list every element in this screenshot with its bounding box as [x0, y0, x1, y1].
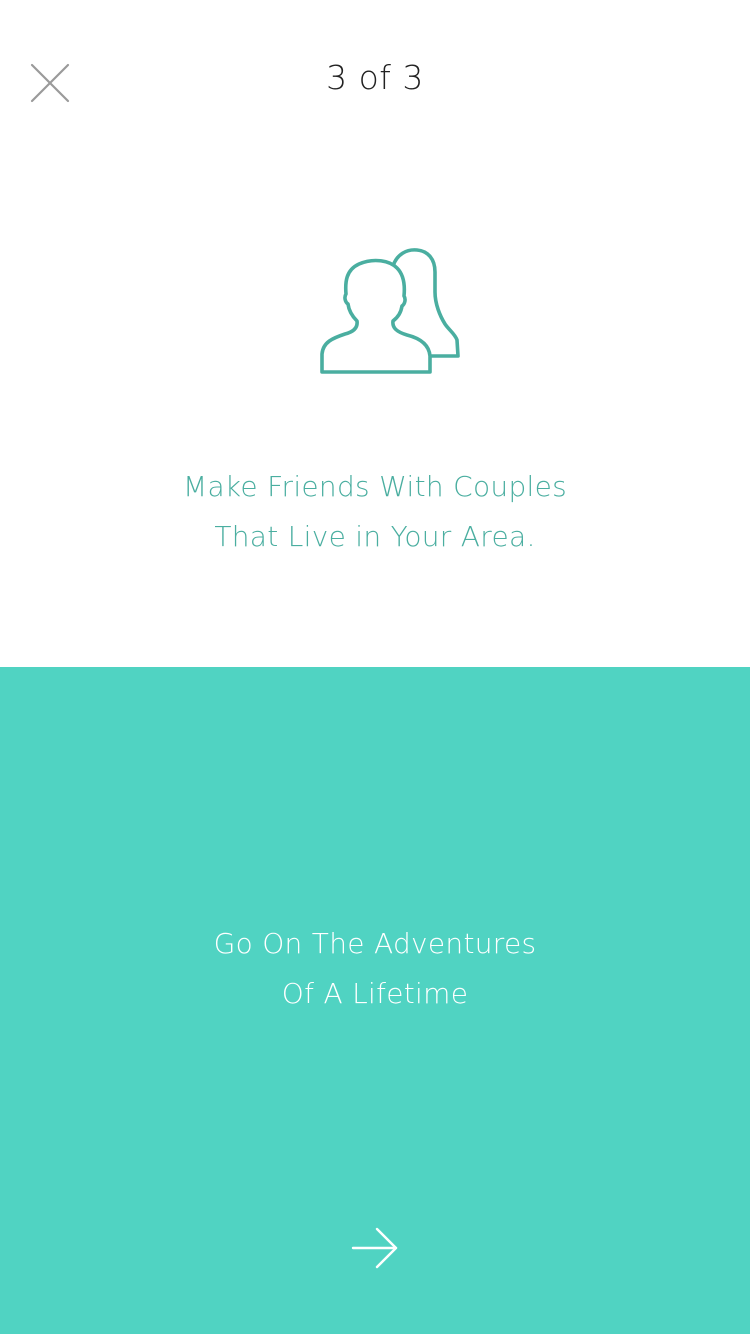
tagline: Go On The Adventures Of A Lifetime: [0, 919, 750, 1019]
feature-message-line2: That Live in Your Area.: [214, 520, 536, 553]
feature-message: Make Friends With Couples That Live in Y…: [0, 462, 750, 562]
tagline-line2: Of A Lifetime: [281, 977, 469, 1010]
page-indicator: 3 of 3: [326, 58, 424, 97]
arrow-right-icon: [351, 1227, 398, 1269]
tagline-line1: Go On The Adventures: [213, 927, 537, 960]
couple-icon: [320, 248, 460, 374]
feature-message-line1: Make Friends With Couples: [182, 470, 568, 503]
bottom-panel: Go On The Adventures Of A Lifetime: [0, 667, 750, 1334]
top-section: 3 of 3 Make Friends With Couples That Li…: [0, 0, 750, 667]
next-button[interactable]: [345, 1222, 405, 1274]
onboarding-screen: 3 of 3 Make Friends With Couples That Li…: [0, 0, 750, 1334]
